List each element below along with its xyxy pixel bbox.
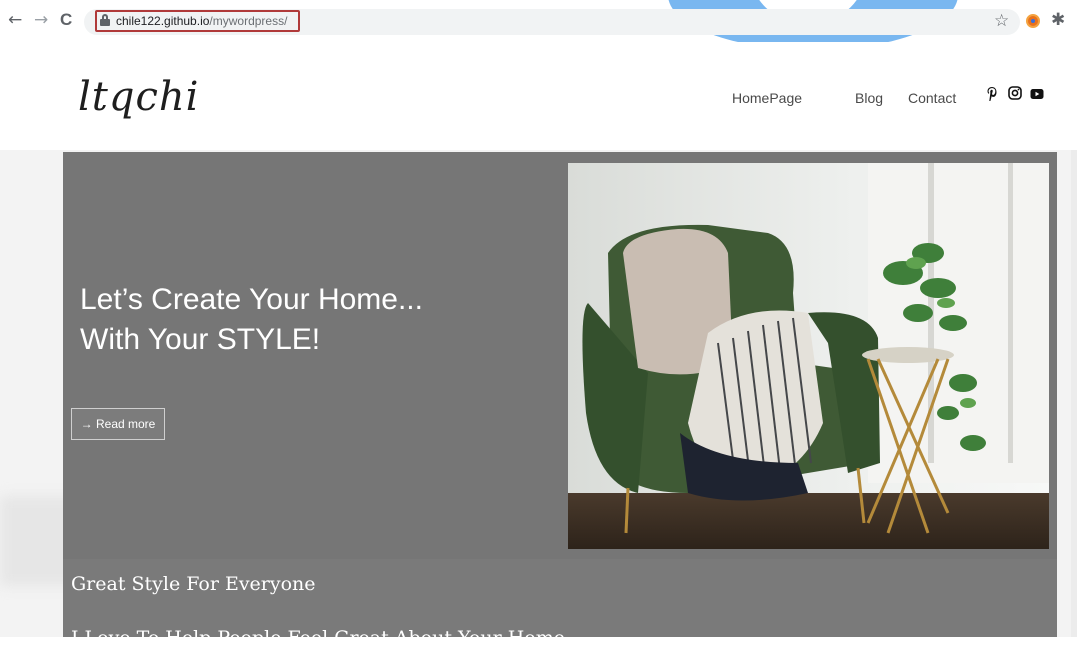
- hero-title-line-1: Let’s Create Your Home...: [80, 283, 423, 316]
- site-logo[interactable]: ltqchi: [78, 74, 199, 120]
- forward-icon[interactable]: →: [34, 10, 48, 30]
- nav-contact[interactable]: Contact: [908, 90, 956, 106]
- scrollbar-track[interactable]: [1071, 150, 1077, 637]
- browser-toolbar: ← → C chile122.github.io/mywordpress/ ☆ …: [0, 0, 1077, 50]
- hero-title: Let’s Create Your Home... With Your STYL…: [80, 280, 423, 360]
- bookmark-star-icon[interactable]: ☆: [994, 11, 1009, 31]
- youtube-icon[interactable]: [1030, 86, 1044, 104]
- pinterest-icon[interactable]: [986, 86, 998, 106]
- back-icon[interactable]: ←: [8, 10, 22, 30]
- nav-blog[interactable]: Blog: [855, 90, 883, 106]
- extension-icon[interactable]: [1026, 14, 1040, 28]
- url-text[interactable]: chile122.github.io/mywordpress/: [116, 14, 287, 28]
- hero-image: [568, 163, 1049, 549]
- section-band: [63, 559, 1057, 637]
- section-subtitle: I Love To Help People Feel Great About Y…: [71, 627, 565, 649]
- extensions-puzzle-icon[interactable]: ✱: [1051, 10, 1065, 30]
- section-title: Great Style For Everyone: [71, 573, 316, 595]
- hero-title-line-2: With Your STYLE!: [80, 323, 321, 356]
- nav-homepage[interactable]: HomePage: [732, 90, 802, 106]
- url-path: /mywordpress/: [209, 14, 288, 28]
- site-header: ltqchi HomePage Blog Contact: [0, 42, 1077, 150]
- reload-icon[interactable]: C: [60, 10, 72, 30]
- read-more-button[interactable]: → Read more: [71, 408, 165, 440]
- lock-icon[interactable]: [100, 14, 110, 26]
- url-domain: chile122.github.io: [116, 14, 210, 28]
- instagram-icon[interactable]: [1008, 86, 1022, 104]
